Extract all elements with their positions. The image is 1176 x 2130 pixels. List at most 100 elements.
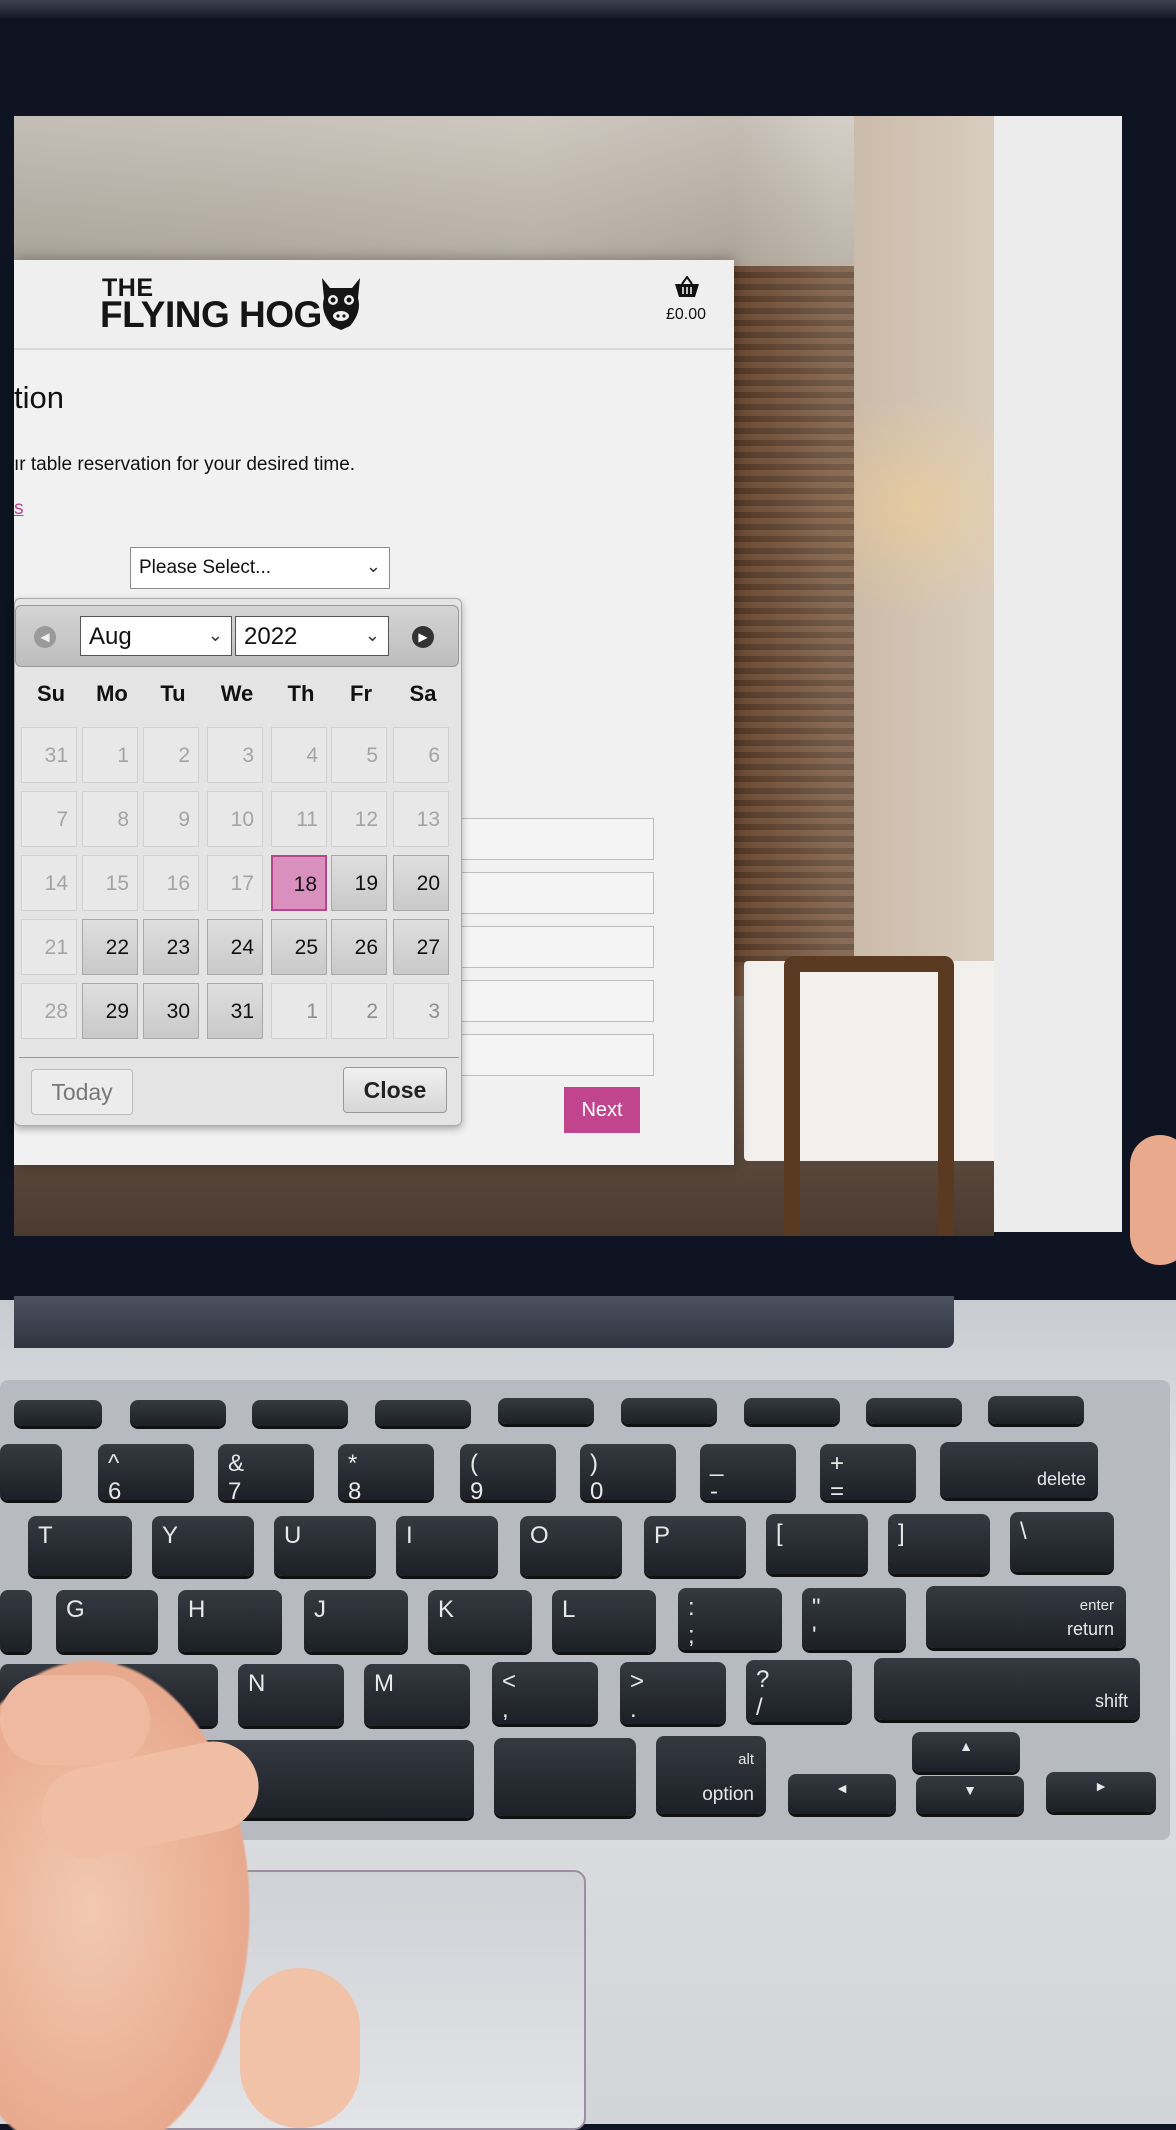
key[interactable] (0, 1444, 62, 1500)
key-period[interactable]: >. (620, 1662, 726, 1724)
day-cell[interactable]: 25 (271, 919, 327, 975)
key-k[interactable]: K (428, 1590, 532, 1652)
function-key[interactable] (744, 1398, 840, 1424)
key-u[interactable]: U (274, 1516, 376, 1576)
shift-key[interactable]: shift (874, 1658, 1140, 1720)
day-cell: 4 (271, 727, 327, 783)
day-cell[interactable]: 31 (207, 983, 263, 1039)
basket-price[interactable]: £0.00 (666, 306, 706, 324)
form-field-4[interactable] (444, 980, 654, 1022)
year-select[interactable]: 2022 ⌄ (235, 616, 389, 656)
logo-line2[interactable]: FLYING HOG (100, 294, 322, 336)
key-shift-label: + (830, 1450, 845, 1477)
day-cell[interactable]: 29 (82, 983, 138, 1039)
day-cell: 12 (331, 791, 387, 847)
key-label: option (702, 1784, 754, 1805)
delete-key[interactable]: delete (940, 1442, 1098, 1498)
day-cell-next-month[interactable]: 1 (271, 983, 327, 1039)
key-g[interactable]: G (56, 1590, 158, 1652)
arrow-left-key[interactable]: ◄ (788, 1774, 896, 1814)
month-select[interactable]: Aug ⌄ (80, 616, 232, 656)
day-cell[interactable]: 26 (331, 919, 387, 975)
key-6[interactable]: ^ 6 (98, 1444, 194, 1505)
day-cell: 9 (143, 791, 199, 847)
info-link[interactable]: s (14, 498, 24, 520)
key-backslash[interactable]: \ (1010, 1512, 1114, 1572)
day-cell[interactable]: 23 (143, 919, 199, 975)
key-slash[interactable]: ? / (746, 1660, 852, 1722)
day-cell[interactable]: 24 (207, 919, 263, 975)
day-cell[interactable]: 20 (393, 855, 449, 911)
day-cell: 11 (271, 791, 327, 847)
function-key[interactable] (988, 1396, 1084, 1424)
photo-chair (784, 956, 954, 1236)
close-button[interactable]: Close (343, 1067, 447, 1113)
key-semicolon[interactable]: :; (678, 1588, 782, 1650)
key-7[interactable]: & 7 (218, 1444, 314, 1505)
key-j[interactable]: J (304, 1590, 408, 1652)
day-cell[interactable]: 22 (82, 919, 138, 975)
prev-month-icon[interactable]: ◀ (34, 626, 56, 648)
key-y[interactable]: Y (152, 1516, 254, 1576)
key-0[interactable]: ) 0 (580, 1444, 676, 1505)
function-key[interactable] (14, 1400, 102, 1426)
key-comma[interactable]: <, (492, 1662, 598, 1724)
key-p[interactable]: P (644, 1516, 746, 1576)
key-bracket-right[interactable]: ] (888, 1514, 990, 1574)
chevron-down-icon: ⌄ (207, 625, 223, 645)
form-field-5[interactable] (444, 1034, 654, 1076)
chevron-down-icon: ⌄ (365, 556, 381, 576)
weekday-header: Tu (160, 681, 186, 706)
arrow-up-key[interactable]: ▲ (912, 1732, 1020, 1772)
key-shift-label: & (228, 1450, 245, 1477)
function-key[interactable] (621, 1398, 717, 1424)
key-t[interactable]: T (28, 1516, 132, 1576)
key-shift-label: > (630, 1668, 645, 1695)
next-button[interactable]: Next (564, 1087, 640, 1133)
next-month-icon[interactable]: ▶ (412, 626, 434, 648)
key-h[interactable]: H (178, 1590, 282, 1652)
key-8[interactable]: * 8 (338, 1444, 434, 1505)
key-equals[interactable]: + = (820, 1444, 916, 1505)
form-field-2[interactable] (444, 872, 654, 914)
key-minus[interactable]: _ - (700, 1444, 796, 1505)
day-cell-next-month[interactable]: 2 (331, 983, 387, 1039)
day-cell: 7 (21, 791, 77, 847)
key-l[interactable]: L (552, 1590, 656, 1652)
arrow-down-key[interactable]: ▼ (916, 1776, 1024, 1814)
key[interactable] (0, 1590, 32, 1652)
function-key[interactable] (498, 1398, 594, 1424)
form-field-3[interactable] (444, 926, 654, 968)
day-cell: 1 (82, 727, 138, 783)
function-key[interactable] (130, 1400, 226, 1426)
function-key[interactable] (252, 1400, 348, 1426)
day-cell-next-month[interactable]: 3 (393, 983, 449, 1039)
key-o[interactable]: O (520, 1516, 622, 1576)
time-select[interactable]: Please Select... ⌄ (130, 547, 390, 589)
key-m[interactable]: M (364, 1664, 470, 1726)
function-key[interactable] (375, 1400, 471, 1426)
basket-icon[interactable] (674, 276, 700, 298)
option-key[interactable]: alt option (656, 1736, 766, 1814)
key-n[interactable]: N (238, 1664, 344, 1726)
arrow-right-key[interactable]: ► (1046, 1772, 1156, 1812)
command-key[interactable] (494, 1738, 636, 1816)
day-cell[interactable]: 30 (143, 983, 199, 1039)
day-cell: 3 (207, 727, 263, 783)
form-field-1[interactable] (444, 818, 654, 860)
day-cell[interactable]: 27 (393, 919, 449, 975)
day-cell-selected[interactable]: 18 (271, 855, 327, 911)
key-quote[interactable]: " ' (802, 1588, 906, 1650)
key-shift-label: " (812, 1594, 821, 1621)
key-i[interactable]: I (396, 1516, 498, 1576)
function-key[interactable] (866, 1398, 962, 1424)
day-cell[interactable]: 19 (331, 855, 387, 911)
day-cell: 28 (21, 983, 77, 1039)
key-9[interactable]: (9 (460, 1444, 556, 1505)
flying-hog-logo-icon[interactable] (316, 272, 366, 332)
day-cell: 8 (82, 791, 138, 847)
key-shift-label: < (502, 1668, 517, 1695)
key-bracket-left[interactable]: [ (766, 1514, 868, 1574)
return-key[interactable]: enter return (926, 1586, 1126, 1648)
today-button[interactable]: Today (31, 1069, 133, 1115)
